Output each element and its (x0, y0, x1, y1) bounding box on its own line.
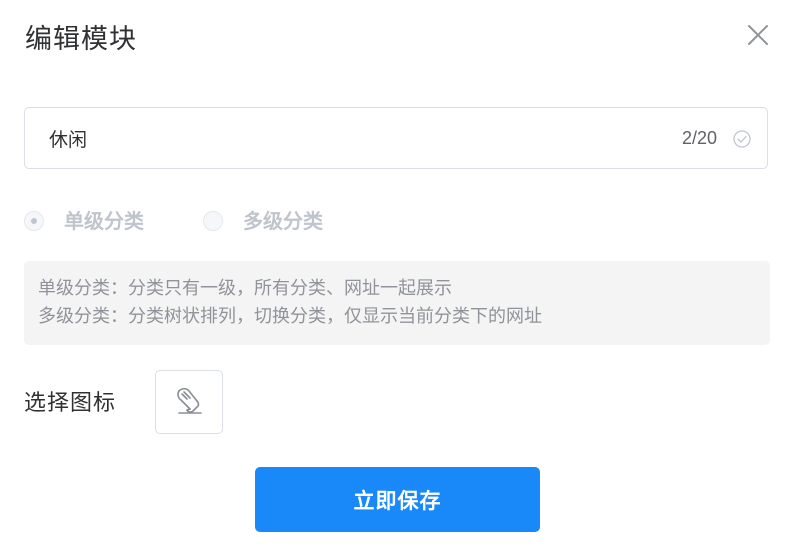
module-name-field: 2/20 (24, 107, 768, 169)
save-now-button[interactable]: 立即保存 (255, 467, 540, 532)
module-name-input[interactable] (49, 108, 649, 168)
hint-line-single: 单级分类：分类只有一级，所有分类、网址一起展示 (38, 278, 452, 299)
radio-label-single-level: 单级分类 (64, 209, 144, 233)
dialog-title: 编辑模块 (25, 24, 137, 55)
close-button[interactable] (743, 20, 773, 50)
icon-picker-button[interactable] (155, 370, 223, 434)
category-hint-box: 单级分类：分类只有一级，所有分类、网址一起展示 多级分类：分类树状排列，切换分类… (24, 261, 770, 345)
radio-label-multi-level: 多级分类 (243, 209, 323, 233)
radio-circle (24, 211, 44, 231)
close-icon (748, 25, 768, 45)
char-counter: 2/20 (681, 128, 717, 148)
select-icon-label: 选择图标 (24, 391, 117, 416)
radio-dot (31, 218, 37, 224)
circle-check-icon (733, 130, 751, 148)
edit-module-dialog: 编辑模块 2/20 单级分类 多级分类 单级分类：分类只有一级，所有分类、网址一… (0, 0, 800, 560)
hint-line-multi: 多级分类：分类树状排列，切换分类，仅显示当前分类下的网址 (38, 306, 542, 327)
radio-circle (203, 211, 223, 231)
palm-hand-icon (177, 387, 202, 414)
